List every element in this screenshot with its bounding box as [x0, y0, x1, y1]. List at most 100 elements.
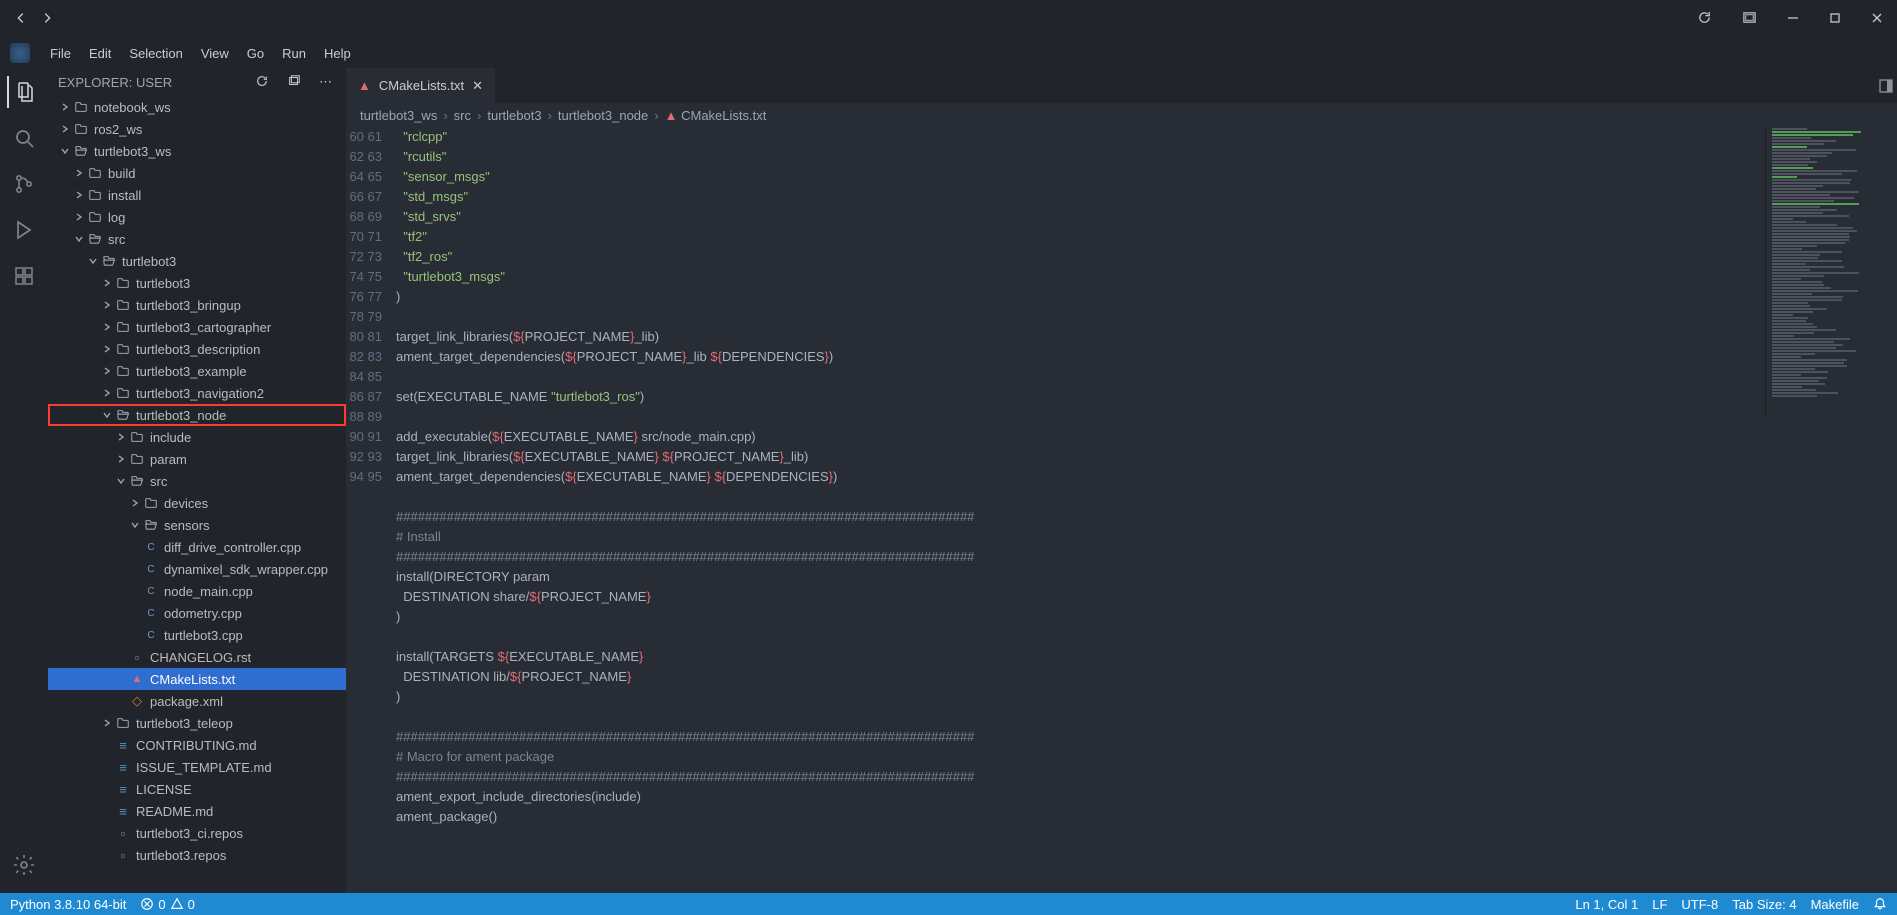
tree-item-ros2-ws[interactable]: ros2_ws [48, 118, 346, 140]
explorer-icon[interactable] [7, 76, 39, 108]
settings-gear-icon[interactable] [8, 849, 40, 881]
breadcrumb-segment[interactable]: src [454, 108, 471, 123]
status-ln-col[interactable]: Ln 1, Col 1 [1575, 897, 1638, 912]
close-icon[interactable] [1867, 8, 1887, 31]
menu-file[interactable]: File [42, 42, 79, 65]
source-control-icon[interactable] [8, 168, 40, 200]
tab-cmakelists[interactable]: ▲ CMakeLists.txt ✕ [346, 68, 495, 103]
folder-icon [72, 144, 90, 158]
layout-icon[interactable] [1738, 6, 1761, 32]
tree-item-contributing-md[interactable]: ≡CONTRIBUTING.md [48, 734, 346, 756]
tree-item-turtlebot3-ci-repos[interactable]: ▫turtlebot3_ci.repos [48, 822, 346, 844]
tree-item-notebook-ws[interactable]: notebook_ws [48, 96, 346, 118]
chevron-icon [72, 168, 86, 178]
tree-item-install[interactable]: install [48, 184, 346, 206]
more-actions-icon[interactable]: ⋯ [315, 70, 336, 95]
breadcrumbs[interactable]: turtlebot3_ws›src›turtlebot3›turtlebot3_… [346, 103, 1897, 127]
tree-item-odometry-cpp[interactable]: Codometry.cpp [48, 602, 346, 624]
tree-item-turtlebot3-node[interactable]: turtlebot3_node [48, 404, 346, 426]
nav-forward-icon[interactable] [36, 7, 58, 32]
chevron-icon [58, 146, 72, 156]
tree-item-label: CHANGELOG.rst [150, 650, 251, 665]
toggle-panel-icon[interactable] [1874, 74, 1897, 101]
tree-item-turtlebot3-bringup[interactable]: turtlebot3_bringup [48, 294, 346, 316]
tree-item-sensors[interactable]: sensors [48, 514, 346, 536]
tree-item-turtlebot3[interactable]: turtlebot3 [48, 250, 346, 272]
tree-item-turtlebot3-repos[interactable]: ▫turtlebot3.repos [48, 844, 346, 866]
tab-close-icon[interactable]: ✕ [472, 78, 483, 94]
tree-item-node-main-cpp[interactable]: Cnode_main.cpp [48, 580, 346, 602]
tree-item-turtlebot3-example[interactable]: turtlebot3_example [48, 360, 346, 382]
tree-item-label: README.md [136, 804, 213, 819]
status-eol[interactable]: LF [1652, 897, 1667, 912]
collapse-folders-icon[interactable] [283, 70, 305, 95]
tree-item-turtlebot3-ws[interactable]: turtlebot3_ws [48, 140, 346, 162]
menu-run[interactable]: Run [274, 42, 314, 65]
tree-item-readme-md[interactable]: ≡README.md [48, 800, 346, 822]
menu-help[interactable]: Help [316, 42, 359, 65]
tree-item-cmakelists-txt[interactable]: ▲CMakeLists.txt [48, 668, 346, 690]
breadcrumb-segment[interactable]: ▲ CMakeLists.txt [665, 108, 767, 123]
editor-area: ▲ CMakeLists.txt ✕ turtlebot3_ws›src›tur… [346, 68, 1897, 893]
search-icon[interactable] [8, 122, 40, 154]
tree-item-dynamixel-sdk-wrapper-cpp[interactable]: Cdynamixel_sdk_wrapper.cpp [48, 558, 346, 580]
tree-item-label: include [150, 430, 191, 445]
chevron-icon [100, 344, 114, 354]
code-editor[interactable]: 60 61 62 63 64 65 66 67 68 69 70 71 72 7… [346, 127, 1897, 893]
code-content[interactable]: "rclcpp" "rcutils" "sensor_msgs" "std_ms… [396, 127, 974, 893]
tree-item-changelog-rst[interactable]: ▫CHANGELOG.rst [48, 646, 346, 668]
tree-item-diff-drive-controller-cpp[interactable]: Cdiff_drive_controller.cpp [48, 536, 346, 558]
menu-view[interactable]: View [193, 42, 237, 65]
tree-item-turtlebot3-navigation2[interactable]: turtlebot3_navigation2 [48, 382, 346, 404]
chevron-icon [100, 300, 114, 310]
tree-item-src[interactable]: src [48, 228, 346, 250]
folder-icon [86, 232, 104, 246]
folder-icon [114, 364, 132, 378]
tree-item-devices[interactable]: devices [48, 492, 346, 514]
reload-icon[interactable] [1693, 6, 1716, 32]
breadcrumb-segment[interactable]: turtlebot3_node [558, 108, 648, 123]
breadcrumb-segment[interactable]: turtlebot3 [487, 108, 541, 123]
tree-item-turtlebot3[interactable]: turtlebot3 [48, 272, 346, 294]
tree-item-license[interactable]: ≡LICENSE [48, 778, 346, 800]
status-tab-size[interactable]: Tab Size: 4 [1732, 897, 1796, 912]
tree-item-label: turtlebot3_ci.repos [136, 826, 243, 841]
tree-item-turtlebot3-cartographer[interactable]: turtlebot3_cartographer [48, 316, 346, 338]
file-icon: C [142, 630, 160, 641]
tree-item-include[interactable]: include [48, 426, 346, 448]
status-warnings: 0 [188, 897, 195, 912]
tree-item-turtlebot3-teleop[interactable]: turtlebot3_teleop [48, 712, 346, 734]
tree-item-issue-template-md[interactable]: ≡ISSUE_TEMPLATE.md [48, 756, 346, 778]
menu-selection[interactable]: Selection [121, 42, 190, 65]
tree-item-turtlebot3-cpp[interactable]: Cturtlebot3.cpp [48, 624, 346, 646]
tree-item-turtlebot3-description[interactable]: turtlebot3_description [48, 338, 346, 360]
tree-item-package-xml[interactable]: ◇package.xml [48, 690, 346, 712]
menu-edit[interactable]: Edit [81, 42, 119, 65]
status-language[interactable]: Makefile [1811, 897, 1859, 912]
minimize-icon[interactable] [1783, 8, 1803, 31]
chevron-icon [114, 476, 128, 486]
tree-item-label: src [108, 232, 125, 247]
menu-go[interactable]: Go [239, 42, 272, 65]
status-problems[interactable]: 0 0 [140, 897, 194, 912]
file-tree[interactable]: notebook_ws ros2_wsturtlebot3_wsbuildinst… [48, 96, 346, 893]
run-debug-icon[interactable] [8, 214, 40, 246]
tab-label: CMakeLists.txt [379, 78, 464, 93]
minimap[interactable] [1765, 127, 1875, 417]
status-bell-icon[interactable] [1873, 897, 1887, 911]
tree-item-log[interactable]: log [48, 206, 346, 228]
tree-item-label: turtlebot3 [122, 254, 176, 269]
tree-item-label: ISSUE_TEMPLATE.md [136, 760, 272, 775]
chevron-icon [72, 212, 86, 222]
extensions-icon[interactable] [8, 260, 40, 292]
status-encoding[interactable]: UTF-8 [1681, 897, 1718, 912]
tree-item-label: notebook_ws [94, 100, 171, 115]
tree-item-build[interactable]: build [48, 162, 346, 184]
refresh-explorer-icon[interactable] [251, 70, 273, 95]
nav-back-icon[interactable] [10, 7, 32, 32]
breadcrumb-segment[interactable]: turtlebot3_ws [360, 108, 437, 123]
tree-item-param[interactable]: param [48, 448, 346, 470]
status-python[interactable]: Python 3.8.10 64-bit [10, 897, 126, 912]
maximize-icon[interactable] [1825, 8, 1845, 31]
tree-item-src[interactable]: src [48, 470, 346, 492]
